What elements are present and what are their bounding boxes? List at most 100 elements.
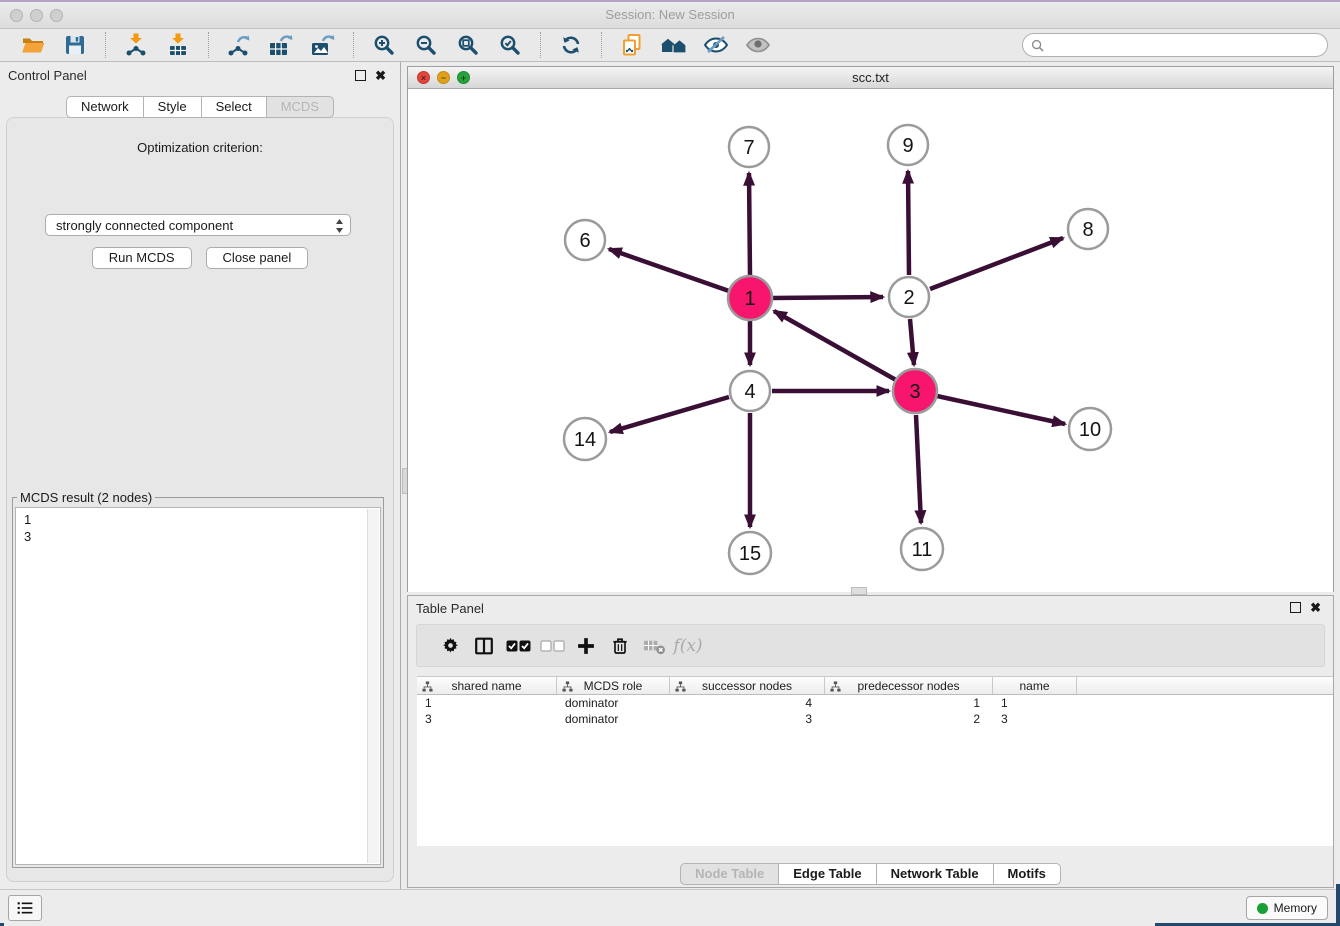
cell-successor-nodes[interactable]: 3 [670, 711, 825, 727]
column-header-mcds-role[interactable]: MCDS role [557, 677, 670, 694]
cell-name[interactable]: 3 [993, 711, 1077, 727]
horizontal-splitter-grip[interactable] [851, 587, 867, 595]
toolbar-separator [353, 32, 354, 58]
zoom-fit-icon [456, 33, 480, 57]
show-all-button[interactable] [742, 31, 774, 59]
zoom-selected-button[interactable] [494, 31, 526, 59]
save-session-button[interactable] [59, 31, 91, 59]
cell-successor-nodes[interactable]: 4 [670, 695, 825, 711]
node-15[interactable]: 15 [729, 532, 771, 574]
run-mcds-button[interactable]: Run MCDS [92, 247, 192, 269]
window-title: Session: New Session [0, 2, 1340, 28]
add-column-button[interactable] [569, 631, 603, 661]
import-table-button[interactable] [162, 31, 194, 59]
column-header-shared-name[interactable]: shared name [417, 677, 557, 694]
gear-icon [440, 635, 461, 656]
node-7[interactable]: 7 [729, 127, 769, 167]
plus-icon [576, 636, 596, 656]
node-14[interactable]: 14 [564, 418, 606, 460]
result-scrollbar[interactable] [367, 509, 379, 863]
cell-name[interactable]: 1 [993, 695, 1077, 711]
column-header-successor-nodes[interactable]: successor nodes [670, 677, 825, 694]
delete-column-button[interactable] [603, 631, 637, 661]
status-bar: Memory [0, 889, 1340, 926]
refresh-view-button[interactable] [555, 31, 587, 59]
tab-mcds[interactable]: MCDS [267, 96, 334, 118]
tab-select[interactable]: Select [202, 96, 267, 118]
table-panel-float-button[interactable] [1290, 602, 1301, 613]
criterion-dropdown-value: strongly connected component [56, 218, 233, 233]
edge-2-9[interactable] [908, 171, 909, 275]
node-3[interactable]: 3 [893, 369, 937, 413]
tab-node-table[interactable]: Node Table [680, 863, 779, 885]
main-toolbar [0, 29, 1340, 62]
node-4[interactable]: 4 [730, 371, 770, 411]
edge-2-8[interactable] [930, 238, 1063, 289]
zoom-in-button[interactable] [368, 31, 400, 59]
table-row[interactable]: 3dominator323 [417, 711, 1333, 727]
node-9[interactable]: 9 [888, 125, 928, 165]
table-panel-close-button[interactable]: ✖ [1310, 602, 1321, 613]
edge-3-10[interactable] [937, 396, 1065, 424]
node-6[interactable]: 6 [565, 220, 605, 260]
criterion-dropdown[interactable]: strongly connected component [45, 214, 351, 236]
column-header-name[interactable]: name [993, 677, 1077, 694]
home-layout-button[interactable] [658, 31, 690, 59]
function-builder-button[interactable]: f(x) [671, 631, 705, 661]
tab-network[interactable]: Network [66, 96, 144, 118]
network-canvas[interactable]: 1 2 3 4 6 7 8 9 10 11 14 15 [408, 89, 1333, 592]
delete-table-button[interactable] [637, 631, 671, 661]
edge-4-14[interactable] [610, 397, 729, 432]
column-tree-icon [562, 681, 573, 695]
clone-network-button[interactable] [616, 31, 648, 59]
node-1[interactable]: 1 [728, 276, 772, 320]
network-close-button[interactable]: × [417, 71, 430, 84]
cell-predecessor-nodes[interactable]: 2 [825, 711, 993, 727]
mcds-result-lines: 13 [16, 508, 380, 545]
cell-mcds-role[interactable]: dominator [557, 711, 670, 727]
cell-shared-name[interactable]: 3 [417, 711, 557, 727]
search-input[interactable] [1049, 37, 1319, 53]
edge-3-1[interactable] [774, 311, 896, 380]
memory-button[interactable]: Memory [1246, 896, 1328, 920]
cell-predecessor-nodes[interactable]: 1 [825, 695, 993, 711]
zoom-fit-button[interactable] [452, 31, 484, 59]
hide-selected-button[interactable] [700, 31, 732, 59]
control-panel-float-button[interactable] [355, 70, 366, 81]
network-maximize-button[interactable]: + [457, 71, 470, 84]
columns-icon [473, 635, 495, 657]
edge-1-6[interactable] [609, 249, 729, 291]
node-10[interactable]: 10 [1069, 408, 1111, 450]
zoom-out-button[interactable] [410, 31, 442, 59]
export-network-button[interactable] [223, 31, 255, 59]
tab-edge-table[interactable]: Edge Table [779, 863, 876, 885]
deselect-all-checkboxes-button[interactable] [535, 631, 569, 661]
mcds-result-list[interactable]: 13 [15, 507, 381, 865]
table-settings-button[interactable] [433, 631, 467, 661]
table-row[interactable]: 1dominator411 [417, 695, 1333, 711]
edge-1-2[interactable] [772, 297, 883, 298]
open-session-button[interactable] [17, 31, 49, 59]
control-panel-close-button[interactable]: ✖ [375, 70, 386, 81]
column-header-predecessor-nodes[interactable]: predecessor nodes [825, 677, 993, 694]
export-table-button[interactable] [265, 31, 297, 59]
edge-1-7[interactable] [749, 173, 750, 276]
column-layout-button[interactable] [467, 631, 501, 661]
node-11[interactable]: 11 [901, 528, 943, 570]
network-minimize-button[interactable]: − [437, 71, 450, 84]
tab-motifs[interactable]: Motifs [994, 863, 1061, 885]
export-image-button[interactable] [307, 31, 339, 59]
tab-network-table[interactable]: Network Table [877, 863, 994, 885]
task-history-button[interactable] [8, 895, 42, 921]
tab-style[interactable]: Style [144, 96, 202, 118]
cell-mcds-role[interactable]: dominator [557, 695, 670, 711]
toolbar-separator [105, 32, 106, 58]
import-network-button[interactable] [120, 31, 152, 59]
edge-3-11[interactable] [916, 415, 921, 523]
node-2[interactable]: 2 [889, 277, 929, 317]
node-8[interactable]: 8 [1068, 209, 1108, 249]
cell-shared-name[interactable]: 1 [417, 695, 557, 711]
select-all-checkboxes-button[interactable] [501, 631, 535, 661]
close-panel-button[interactable]: Close panel [206, 247, 309, 269]
edge-2-3[interactable] [910, 319, 914, 365]
